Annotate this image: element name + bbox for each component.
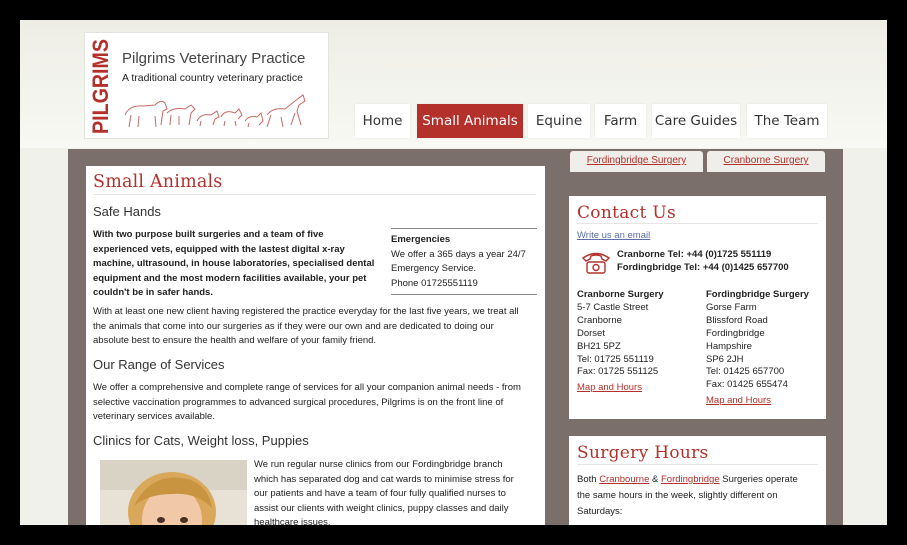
paragraph-line: assist our clients with weight clinics, … bbox=[254, 502, 509, 514]
paragraph-line: our patients and have a team of four ful… bbox=[254, 488, 506, 500]
contact-title: Contact Us bbox=[577, 203, 676, 223]
address-line: Gorse Farm bbox=[706, 301, 757, 313]
main-content: Small Animals Safe Hands With two purpos… bbox=[86, 166, 545, 525]
child-photo-image bbox=[100, 460, 247, 525]
hours-text: Both Cranbourne & Fordingbridge Surgerie… bbox=[577, 472, 798, 520]
logo-vertical-text: PILGRIMS bbox=[89, 39, 113, 134]
contact-panel: Contact Us Write us an email Cranborne T… bbox=[569, 196, 826, 419]
cranborne-address: Cranborne Surgery 5-7 Castle Street Cran… bbox=[577, 289, 664, 395]
nav-equine[interactable]: Equine bbox=[528, 104, 590, 138]
cranborne-map-link[interactable]: Map and Hours bbox=[577, 382, 642, 393]
logo-tagline: A traditional country veterinary practic… bbox=[122, 72, 303, 84]
clinics-heading: Clinics for Cats, Weight loss, Puppies bbox=[93, 433, 309, 448]
address-line: 5-7 Castle Street bbox=[577, 301, 649, 313]
intro-line: machine, ultrasound, in house laboratori… bbox=[93, 258, 375, 270]
clinics-paragraph: We run regular nurse clinics from our Fo… bbox=[254, 458, 514, 525]
fordingbridge-address: Fordingbridge Surgery Gorse Farm Blissfo… bbox=[706, 289, 809, 408]
fordingbridge-map-link[interactable]: Map and Hours bbox=[706, 395, 771, 406]
tab-cranborne-label[interactable]: Cranborne Surgery bbox=[723, 155, 808, 166]
child-photo bbox=[100, 460, 247, 525]
paragraph-line: the animals that come into our surgeries… bbox=[93, 320, 494, 332]
safe-hands-paragraph: With at least one new client having regi… bbox=[93, 305, 519, 349]
pilgrims-vertical-logo: PILGRIMS bbox=[89, 39, 113, 134]
contact-divider bbox=[577, 223, 818, 224]
hours-line: Saturdays: bbox=[577, 506, 623, 517]
emergencies-line: We offer a 365 days a year 24/7 bbox=[391, 248, 526, 260]
address-line: Blissford Road bbox=[706, 314, 768, 326]
paragraph-line: which has separated dog and cat wards to… bbox=[254, 473, 514, 485]
address-line: Fax: 01725 551125 bbox=[577, 366, 659, 378]
range-paragraph: We offer a comprehensive and complete ra… bbox=[93, 381, 521, 425]
nav-farm[interactable]: Farm bbox=[595, 104, 646, 138]
intro-line: With two purpose built surgeries and a t… bbox=[93, 229, 324, 240]
address-line: BH21 5PZ bbox=[577, 340, 621, 352]
hours-amp: & bbox=[649, 474, 661, 485]
intro-line: equipment and the most modern facilities… bbox=[93, 272, 367, 284]
site-header: PILGRIMS Pilgrims Veterinary Practice A … bbox=[20, 20, 887, 148]
address-line: Hampshire bbox=[706, 340, 752, 352]
fordingbridge-link[interactable]: Fordingbridge bbox=[661, 474, 720, 485]
hours-prefix: Both bbox=[577, 474, 600, 485]
paragraph-line: healthcare issues. bbox=[254, 517, 331, 525]
paragraph-line: veterinary services available. bbox=[93, 411, 215, 423]
hours-title: Surgery Hours bbox=[577, 443, 709, 463]
address-line: Tel: 01725 551119 bbox=[577, 353, 654, 365]
cranborne-title: Cranborne Surgery bbox=[577, 289, 664, 300]
hours-suffix: Surgeries operate bbox=[719, 474, 798, 485]
address-line: Fordingbridge bbox=[706, 327, 765, 339]
page: PILGRIMS Pilgrims Veterinary Practice A … bbox=[20, 20, 887, 525]
fordingbridge-title: Fordingbridge Surgery bbox=[706, 289, 809, 300]
animals-line-drawing bbox=[124, 94, 306, 128]
address-line: Cranborne bbox=[577, 314, 622, 326]
intro-line: couldn't be in safer hands. bbox=[93, 287, 213, 299]
cranbourne-link[interactable]: Cranbourne bbox=[599, 474, 649, 485]
nav-care-guides[interactable]: Care Guides bbox=[652, 104, 740, 138]
surgery-hours-panel: Surgery Hours Both Cranbourne & Fordingb… bbox=[569, 436, 826, 525]
intro-line: experienced vets, equipped with the last… bbox=[93, 243, 345, 255]
paragraph-line: selective vaccination programmes to adva… bbox=[93, 396, 504, 408]
address-line: SP6 2JH bbox=[706, 353, 744, 365]
nav-small-animals[interactable]: Small Animals bbox=[417, 104, 523, 138]
emergencies-phone: Phone 01725551119 bbox=[391, 277, 478, 289]
tab-cranborne[interactable]: Cranborne Surgery bbox=[707, 151, 825, 172]
telephone-icon bbox=[581, 252, 611, 274]
safe-hands-intro: With two purpose built surgeries and a t… bbox=[93, 228, 374, 301]
paragraph-line: With at least one new client having regi… bbox=[93, 306, 519, 317]
page-title: Small Animals bbox=[93, 172, 223, 192]
emergencies-line: Emergency Service. bbox=[391, 263, 477, 275]
cranborne-phone: Cranborne Tel: +44 (0)1725 551119 bbox=[617, 249, 772, 260]
fordingbridge-phone: Fordingbridge Tel: +44 (0)1425 657700 bbox=[617, 261, 789, 273]
tab-fordingbridge-label[interactable]: Fordingbridge Surgery bbox=[587, 155, 687, 166]
emergencies-box: Emergencies We offer a 365 days a year 2… bbox=[391, 228, 537, 296]
nav-home[interactable]: Home bbox=[355, 104, 410, 138]
site-logo[interactable]: PILGRIMS Pilgrims Veterinary Practice A … bbox=[84, 32, 329, 139]
email-link-text[interactable]: Write us an email bbox=[577, 230, 650, 241]
paragraph-line: We run regular nurse clinics from our Fo… bbox=[254, 459, 503, 470]
hours-line: the same hours in the week, slightly dif… bbox=[577, 490, 778, 501]
paragraph-line: We offer a comprehensive and complete ra… bbox=[93, 382, 521, 393]
phone-numbers: Cranborne Tel: +44 (0)1725 551119 Fordin… bbox=[617, 249, 789, 275]
paragraph-line: absolute best to ensure the health and w… bbox=[93, 335, 377, 347]
nav-the-team[interactable]: The Team bbox=[747, 104, 827, 138]
title-divider bbox=[93, 194, 536, 195]
range-heading: Our Range of Services bbox=[93, 357, 225, 372]
address-line: Tel: 01425 657700 bbox=[706, 366, 785, 378]
address-line: Fax: 01425 655474 bbox=[706, 379, 788, 391]
email-link[interactable]: Write us an email bbox=[577, 230, 650, 243]
safe-hands-heading: Safe Hands bbox=[93, 204, 161, 219]
address-line: Dorset bbox=[577, 327, 605, 339]
hours-divider bbox=[577, 464, 818, 465]
logo-name: Pilgrims Veterinary Practice bbox=[122, 50, 306, 67]
tab-fordingbridge[interactable]: Fordingbridge Surgery bbox=[570, 151, 703, 172]
emergencies-title: Emergencies bbox=[391, 234, 451, 245]
